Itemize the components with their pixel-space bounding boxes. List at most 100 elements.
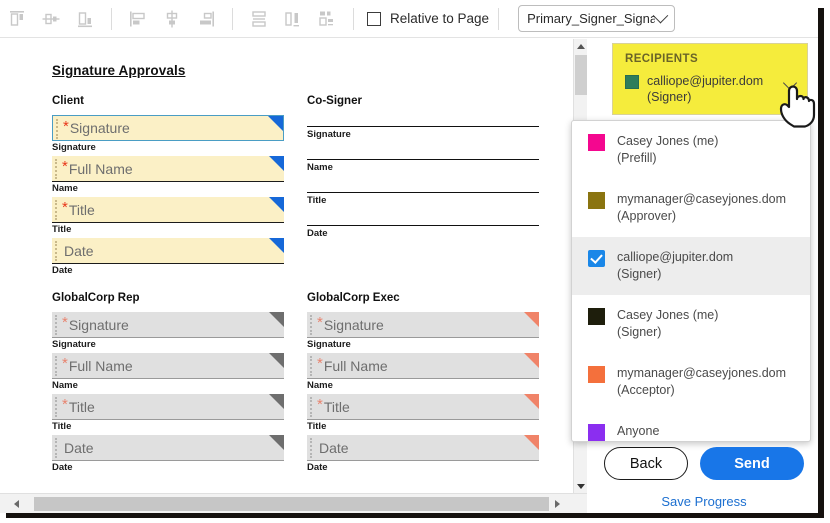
window-shadow-bottom bbox=[6, 513, 824, 518]
field-corner-icon bbox=[269, 156, 284, 171]
title-field[interactable]: * Title bbox=[52, 197, 284, 223]
align-left-icon[interactable] bbox=[121, 4, 155, 34]
relative-to-page-label: Relative to Page bbox=[390, 11, 489, 26]
required-asterisk-icon: * bbox=[62, 315, 68, 330]
field-placeholder: Date bbox=[319, 440, 349, 456]
field-corner-icon bbox=[524, 312, 539, 327]
toolbar-divider-3 bbox=[353, 8, 354, 30]
field-caption: Signature bbox=[307, 129, 539, 140]
toolbar-divider-2 bbox=[232, 8, 233, 30]
field-placeholder: Title bbox=[324, 399, 350, 415]
page-title: Signature Approvals bbox=[52, 63, 185, 78]
signature-field[interactable]: * Signature bbox=[52, 115, 284, 141]
recipient-name: calliope@jupiter.dom bbox=[647, 74, 763, 88]
field-caption: Title bbox=[307, 195, 539, 206]
dropdown-item-text: Casey Jones (me) (Signer) bbox=[617, 307, 718, 341]
signature-line bbox=[307, 192, 539, 193]
field-grip-icon bbox=[55, 438, 59, 458]
button-row: Back Send bbox=[604, 447, 804, 480]
field-grip-icon bbox=[56, 119, 60, 139]
required-asterisk-icon: * bbox=[62, 397, 68, 412]
date-field[interactable]: Date bbox=[52, 238, 284, 264]
recipient-color-swatch bbox=[588, 366, 605, 383]
full-name-field[interactable]: * Full Name bbox=[52, 156, 284, 182]
recipient-name: Anyone bbox=[617, 424, 659, 438]
distribute-horizontal-icon[interactable] bbox=[276, 4, 310, 34]
signature-line bbox=[307, 225, 539, 226]
back-button[interactable]: Back bbox=[604, 447, 688, 480]
field-caption: Title bbox=[52, 224, 284, 235]
field-grip-icon bbox=[310, 356, 314, 376]
field-placeholder: Title bbox=[69, 399, 95, 415]
section-title: GlobalCorp Exec bbox=[307, 292, 539, 304]
field-grip-icon bbox=[55, 241, 59, 261]
document-pane[interactable]: Signature Approvals Client * Signature S… bbox=[0, 39, 587, 493]
field-corner-icon bbox=[269, 435, 284, 450]
dropdown-item-casey-prefill[interactable]: Casey Jones (me) (Prefill) bbox=[572, 121, 810, 179]
field-placeholder: Signature bbox=[69, 317, 129, 333]
dropdown-item-mymanager-acceptor[interactable]: mymanager@caseyjones.dom (Acceptor) bbox=[572, 353, 810, 411]
horizontal-scrollbar[interactable] bbox=[0, 493, 587, 513]
date-field[interactable]: Date bbox=[52, 435, 284, 461]
field-caption: Date bbox=[52, 462, 284, 473]
distribute-vertical-icon[interactable] bbox=[242, 4, 276, 34]
field-grip-icon bbox=[55, 200, 59, 220]
checkbox-checked-icon[interactable] bbox=[588, 250, 605, 267]
field-placeholder: Date bbox=[64, 440, 94, 456]
signature-field[interactable]: * Signature bbox=[307, 312, 539, 338]
send-button[interactable]: Send bbox=[700, 447, 804, 480]
required-asterisk-icon: * bbox=[317, 397, 323, 412]
required-asterisk-icon: * bbox=[63, 119, 69, 134]
dropdown-item-text: Anyone bbox=[617, 423, 659, 440]
document-page: Signature Approvals Client * Signature S… bbox=[0, 39, 572, 493]
full-name-field[interactable]: * Full Name bbox=[307, 353, 539, 379]
triangle-right-icon bbox=[555, 500, 560, 508]
field-row: * Title Title bbox=[52, 197, 284, 235]
toolbar-divider-4 bbox=[498, 8, 499, 30]
field-corner-icon bbox=[269, 394, 284, 409]
field-row: Date Date bbox=[307, 435, 539, 473]
align-right-icon[interactable] bbox=[189, 4, 223, 34]
field-row: * Signature Signature bbox=[52, 115, 284, 153]
field-caption: Date bbox=[307, 228, 539, 239]
title-field[interactable]: * Title bbox=[52, 394, 284, 420]
dropdown-item-mymanager-approver[interactable]: mymanager@caseyjones.dom (Approver) bbox=[572, 179, 810, 237]
title-field[interactable]: * Title bbox=[307, 394, 539, 420]
align-center-icon[interactable] bbox=[155, 4, 189, 34]
field-row: * Title Title bbox=[307, 394, 539, 432]
checkbox-box[interactable] bbox=[367, 12, 381, 26]
recipient-name: mymanager@caseyjones.dom bbox=[617, 192, 786, 206]
vertical-scroll-thumb[interactable] bbox=[575, 55, 587, 95]
recipient-role: (Approver) bbox=[617, 209, 676, 223]
relative-to-page-checkbox[interactable]: Relative to Page bbox=[367, 11, 489, 26]
align-middle-horizontal-icon[interactable] bbox=[34, 4, 68, 34]
field-grip-icon bbox=[55, 397, 59, 417]
scroll-right-button[interactable] bbox=[549, 494, 565, 514]
scroll-left-button[interactable] bbox=[8, 494, 24, 514]
required-asterisk-icon: * bbox=[62, 200, 68, 215]
date-field[interactable]: Date bbox=[307, 435, 539, 461]
scroll-up-button[interactable] bbox=[574, 39, 588, 53]
horizontal-scroll-thumb[interactable] bbox=[34, 497, 549, 511]
recipient-name: Casey Jones (me) bbox=[617, 308, 718, 322]
field-name-select[interactable]: Primary_Signer_Signat bbox=[518, 5, 675, 32]
field-grip-icon bbox=[310, 315, 314, 335]
full-name-field[interactable]: * Full Name bbox=[52, 353, 284, 379]
scroll-down-button[interactable] bbox=[574, 479, 588, 493]
field-placeholder: Date bbox=[64, 243, 94, 259]
align-bottom-icon[interactable] bbox=[68, 4, 102, 34]
recipient-color-swatch bbox=[588, 192, 605, 209]
field-row: * Signature Signature bbox=[52, 312, 284, 350]
dropdown-item-text: mymanager@caseyjones.dom (Acceptor) bbox=[617, 365, 786, 399]
dropdown-item-calliope-signer[interactable]: calliope@jupiter.dom (Signer) bbox=[572, 237, 810, 295]
save-progress-link[interactable]: Save Progress bbox=[604, 494, 804, 509]
required-asterisk-icon: * bbox=[317, 315, 323, 330]
field-caption: Signature bbox=[52, 142, 284, 153]
dropdown-item-casey-signer[interactable]: Casey Jones (me) (Signer) bbox=[572, 295, 810, 353]
distribute-spacing-icon[interactable] bbox=[310, 4, 344, 34]
recipient-color-swatch bbox=[625, 75, 639, 89]
signature-field[interactable]: * Signature bbox=[52, 312, 284, 338]
align-top-icon[interactable] bbox=[0, 4, 34, 34]
signature-line bbox=[307, 159, 539, 160]
dropdown-item-text: mymanager@caseyjones.dom (Approver) bbox=[617, 191, 786, 225]
